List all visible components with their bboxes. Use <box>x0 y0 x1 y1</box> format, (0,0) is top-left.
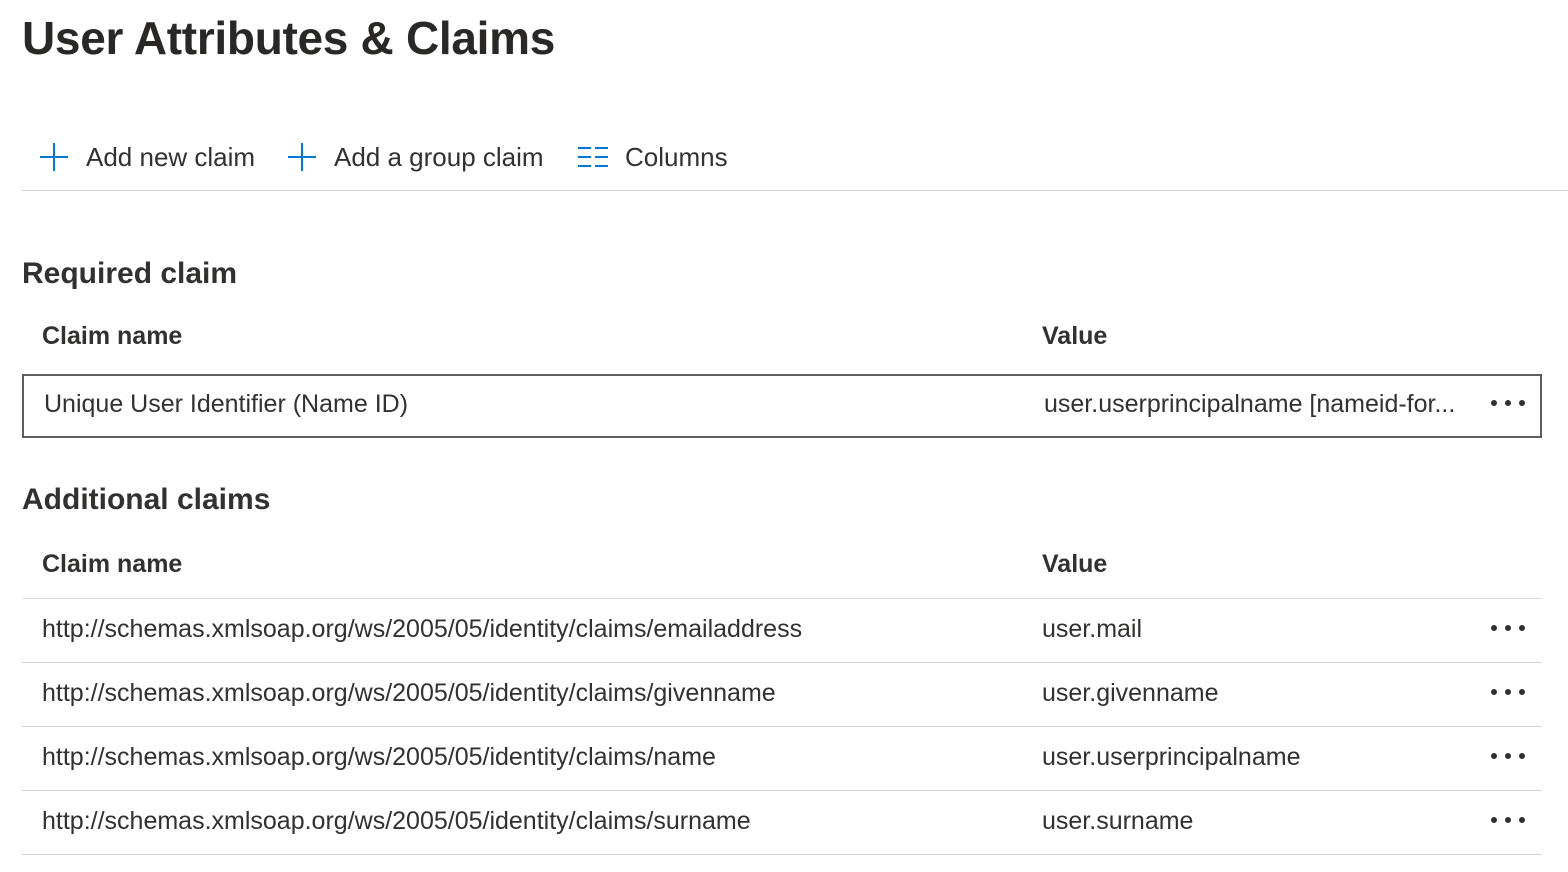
plus-icon <box>286 141 318 173</box>
table-row[interactable]: http://schemas.xmlsoap.org/ws/2005/05/id… <box>22 599 1542 663</box>
columns-label: Columns <box>625 141 728 172</box>
grid-header: Claim name Value <box>22 308 1542 370</box>
claim-name-cell: http://schemas.xmlsoap.org/ws/2005/05/id… <box>42 743 716 771</box>
additional-claims-grid: Claim name Value http://schemas.xmlsoap.… <box>22 536 1542 855</box>
add-group-claim-label: Add a group claim <box>334 141 544 172</box>
more-options-icon[interactable] <box>1488 677 1528 707</box>
column-header-value[interactable]: Value <box>1042 322 1107 351</box>
claim-name-cell: http://schemas.xmlsoap.org/ws/2005/05/id… <box>42 615 803 643</box>
table-row[interactable]: http://schemas.xmlsoap.org/ws/2005/05/id… <box>22 791 1542 855</box>
more-options-icon[interactable] <box>1488 388 1528 418</box>
grid-header: Claim name Value <box>22 536 1542 599</box>
column-header-claim-name[interactable]: Claim name <box>42 322 182 351</box>
claim-value-cell: user.userprincipalname <box>1042 743 1301 771</box>
claim-value-cell: user.givenname <box>1042 679 1219 707</box>
required-claims-grid: Claim name Value Unique User Identifier … <box>22 308 1542 438</box>
add-new-claim-label: Add new claim <box>86 141 256 172</box>
add-group-claim-button[interactable]: Add a group claim <box>286 138 544 176</box>
claim-value-cell: user.surname <box>1042 807 1194 835</box>
columns-button[interactable]: Columns <box>577 138 728 176</box>
claim-value-cell: user.userprincipalname [nameid-for... <box>1044 390 1456 418</box>
add-new-claim-button[interactable]: Add new claim <box>38 138 255 176</box>
table-row[interactable]: http://schemas.xmlsoap.org/ws/2005/05/id… <box>22 663 1542 727</box>
claim-value-cell: user.mail <box>1042 615 1143 643</box>
additional-claims-heading: Additional claims <box>22 483 271 516</box>
table-row[interactable]: http://schemas.xmlsoap.org/ws/2005/05/id… <box>22 727 1542 791</box>
claim-name-cell: http://schemas.xmlsoap.org/ws/2005/05/id… <box>42 679 776 707</box>
command-bar: Add new claim Add a group claim Columns <box>22 128 1568 191</box>
more-options-icon[interactable] <box>1488 613 1528 643</box>
more-options-icon[interactable] <box>1488 741 1528 771</box>
claim-name-cell: http://schemas.xmlsoap.org/ws/2005/05/id… <box>42 807 751 835</box>
plus-icon <box>38 141 70 173</box>
columns-icon <box>577 141 609 173</box>
required-claim-heading: Required claim <box>22 257 238 290</box>
column-header-claim-name[interactable]: Claim name <box>42 550 182 579</box>
claim-name-cell: Unique User Identifier (Name ID) <box>44 390 409 418</box>
table-row[interactable]: Unique User Identifier (Name ID) user.us… <box>22 374 1542 438</box>
column-header-value[interactable]: Value <box>1042 550 1107 579</box>
more-options-icon[interactable] <box>1488 805 1528 835</box>
page-title: User Attributes & Claims <box>22 12 556 64</box>
